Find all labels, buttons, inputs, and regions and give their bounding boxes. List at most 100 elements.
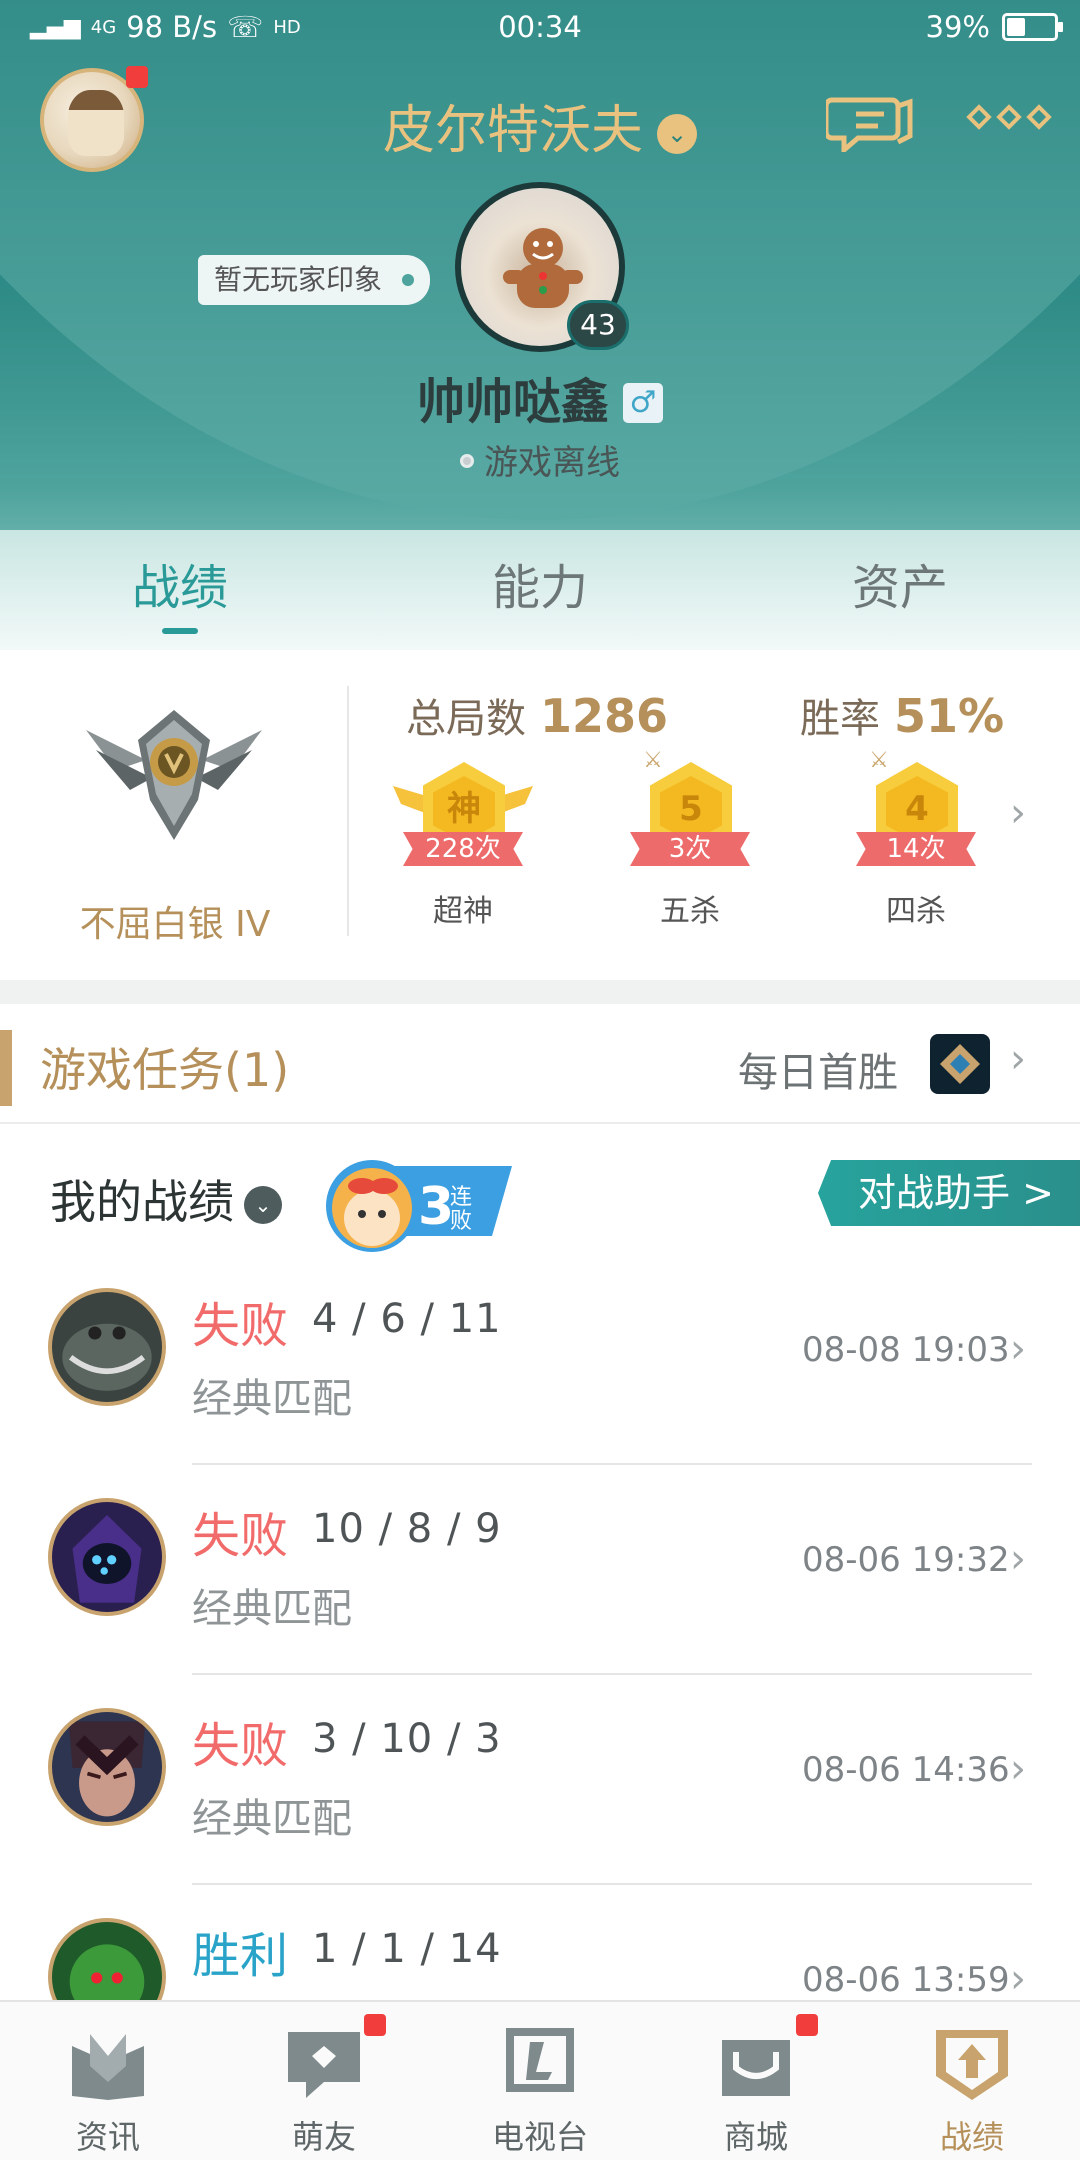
nav-label: 资讯 [75, 2118, 140, 2156]
win-rate-value: 51% [894, 689, 1005, 743]
chevron-right-icon: › [1010, 1326, 1026, 1372]
match-kda: 3 / 10 / 3 [312, 1716, 502, 1762]
nav-tv[interactable]: 电视台 [432, 2002, 648, 2160]
clock: 00:34 [498, 10, 582, 44]
match-result: 失败 [192, 1508, 289, 1564]
player-impression-tag[interactable]: 暂无玩家印象 [198, 255, 431, 305]
medal-label: 五杀 [660, 894, 720, 929]
nav-label: 电视台 [491, 2118, 588, 2156]
match-kda: 1 / 1 / 14 [312, 1926, 502, 1972]
section-gap [0, 980, 1080, 1004]
match-mode: 经典匹配 [192, 1586, 352, 1632]
rank-label: 不屈白银 IV [79, 904, 271, 945]
daily-task-icon [930, 1034, 990, 1094]
level-badge: 43 [567, 300, 629, 350]
medal-pentakill[interactable]: ⚔ 5 3次 五杀 [620, 748, 760, 942]
medal-quadrakill[interactable]: ⚔ 4 14次 四杀 [846, 748, 986, 942]
avatar-notification-dot [126, 66, 148, 88]
nav-record[interactable]: 战绩 [864, 2002, 1080, 2160]
stats-panel: 不屈白银 IV 总局数 1286 胜率 51% 神 228次 超神 ⚔ 5 3次 五… [0, 650, 1080, 980]
chat-icon[interactable] [826, 92, 914, 152]
medal-label: 超神 [433, 894, 493, 929]
match-time: 08-06 14:36 [802, 1750, 1010, 1790]
row-divider [192, 1883, 1032, 1885]
champion-avatar [48, 1498, 166, 1616]
row-divider [192, 1463, 1032, 1465]
losing-streak-badge: 3 连 败 [326, 1160, 512, 1252]
shop-icon [722, 2040, 790, 2096]
streak-text-1: 连 [450, 1185, 472, 1210]
nav-label: 商城 [723, 2118, 788, 2156]
row-divider [192, 1673, 1032, 1675]
match-kda: 10 / 8 / 9 [312, 1506, 502, 1552]
match-row[interactable]: 失败 4 / 6 / 11 经典匹配 08-08 19:03 › [0, 1256, 1080, 1466]
account-name: 皮尔特沃夫 [382, 101, 643, 161]
gingerbread-avatar-image [503, 228, 583, 308]
friends-icon [288, 2032, 360, 2098]
game-tasks-row[interactable]: 游戏任务(1) 每日首胜 › [0, 1004, 1080, 1124]
chevron-right-icon: › [1010, 1746, 1026, 1792]
nickname: 帅帅哒鑫 [416, 374, 609, 430]
battle-assistant-button[interactable]: 对战助手 > [818, 1160, 1080, 1226]
status-bar: ▂▄▆ 4G 98 B/s ☏ HD 00:34 39% [0, 0, 1080, 56]
champion-avatar [48, 1708, 166, 1826]
section-accent [0, 1030, 12, 1106]
win-rate: 胜率 51% [800, 686, 1004, 744]
match-mode: 经典匹配 [192, 1796, 352, 1842]
tab-assets[interactable]: 资产 [720, 548, 1080, 648]
my-records-header: 我的战绩 ⌄ 3 连 败 对战助手 > [0, 1126, 1080, 1256]
status-dot-icon [460, 454, 474, 468]
records-filter[interactable]: 我的战绩 ⌄ [50, 1166, 282, 1232]
win-rate-label: 胜率 [800, 696, 880, 742]
medal-count: 14次 [856, 832, 976, 866]
tv-icon [506, 2028, 574, 2092]
male-icon: ♂ [623, 383, 663, 423]
profile-header: ▂▄▆ 4G 98 B/s ☏ HD 00:34 39% 皮尔特沃夫 ⌄ 暂无玩家… [0, 0, 1080, 650]
match-row[interactable]: 失败 10 / 8 / 9 经典匹配 08-06 19:32 › [0, 1466, 1080, 1676]
medal-count: 3次 [630, 832, 750, 866]
chevron-right-icon: › [1010, 1536, 1026, 1582]
notification-dot [364, 2014, 386, 2036]
nav-friends[interactable]: 萌友 [216, 2002, 432, 2160]
news-icon [72, 2034, 144, 2100]
match-time: 08-06 13:59 [802, 1960, 1010, 2000]
match-row[interactable]: 失败 3 / 10 / 3 经典匹配 08-06 14:36 › [0, 1676, 1080, 1886]
chevron-right-icon: › [1010, 1036, 1026, 1082]
match-result: 失败 [192, 1298, 289, 1354]
tasks-title: 游戏任务(1) [40, 1043, 290, 1097]
nickname-row: 帅帅哒鑫 ♂ [0, 362, 1080, 432]
streak-number: 3 [418, 1177, 454, 1237]
account-switcher[interactable]: 皮尔特沃夫 ⌄ [0, 88, 1080, 163]
match-mode: 经典匹配 [192, 1376, 352, 1422]
medal-count: 228次 [403, 832, 523, 866]
record-icon [936, 2030, 1008, 2100]
chevron-down-icon: ⌄ [244, 1186, 282, 1224]
nav-news[interactable]: 资讯 [0, 2002, 216, 2160]
nav-shop[interactable]: 商城 [648, 2002, 864, 2160]
medal-label: 四杀 [886, 894, 946, 929]
chevron-down-icon: ⌄ [657, 114, 697, 154]
active-tab-indicator [162, 628, 198, 634]
sword-icon: ⚔ [643, 748, 663, 773]
match-kda: 4 / 6 / 11 [312, 1296, 502, 1342]
battery-percent: 39% [925, 10, 990, 44]
more-icon[interactable] [966, 104, 1052, 134]
total-games-value: 1286 [540, 689, 669, 743]
streak-text-2: 败 [450, 1209, 472, 1234]
chevron-right-icon: › [1010, 1956, 1026, 2002]
tab-ability[interactable]: 能力 [360, 548, 720, 648]
medal-legendary[interactable]: 神 228次 超神 [393, 762, 533, 942]
records-title: 我的战绩 [50, 1175, 234, 1229]
champion-avatar [48, 1288, 166, 1406]
match-result: 失败 [192, 1718, 289, 1774]
rank-emblem-icon[interactable] [86, 690, 262, 850]
total-games-label: 总局数 [406, 696, 526, 742]
notification-dot [796, 2014, 818, 2036]
match-time: 08-08 19:03 [802, 1330, 1010, 1370]
nav-label: 战绩 [939, 2118, 1004, 2156]
bottom-nav: 资讯 萌友 电视台 商城 战绩 [0, 2000, 1080, 2160]
match-result: 胜利 [192, 1928, 289, 1984]
chevron-right-icon[interactable]: › [1010, 790, 1026, 836]
battery-icon [1002, 13, 1063, 41]
match-time: 08-06 19:32 [802, 1540, 1010, 1580]
